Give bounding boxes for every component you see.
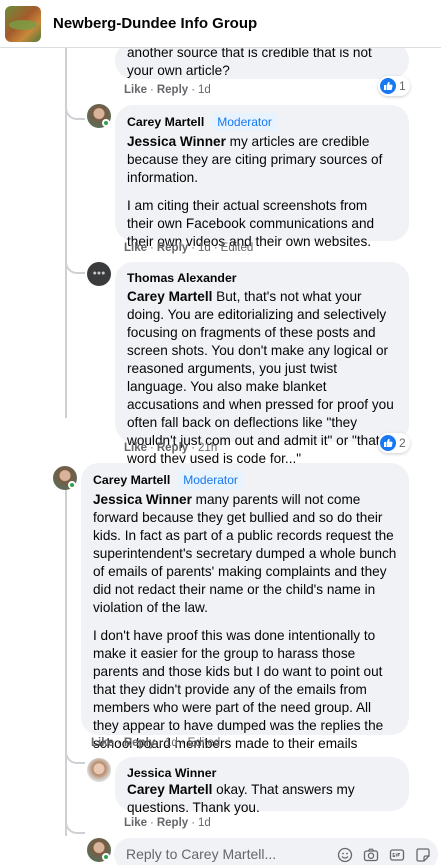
comment-bubble: Carey Martell Moderator Jessica Winner my… bbox=[115, 105, 409, 249]
reply-link[interactable]: Reply bbox=[157, 442, 188, 454]
reaction-summary[interactable]: 1 bbox=[378, 76, 410, 96]
comment-bubble: Thomas Alexander Carey Martell But, that… bbox=[115, 262, 409, 466]
online-indicator bbox=[102, 119, 110, 127]
mention-link[interactable]: Jessica Winner bbox=[127, 134, 226, 149]
comment-bubble: Jessica Winner Carey Martell okay. That … bbox=[115, 757, 409, 815]
comment-time[interactable]: 1d bbox=[198, 817, 211, 829]
comment-bubble: another source that is credible that is … bbox=[115, 48, 409, 79]
avatar-jessica-winner[interactable] bbox=[87, 758, 111, 782]
comment-actions: Like · Reply · 21h bbox=[124, 442, 218, 454]
moderator-badge: Moderator bbox=[178, 471, 243, 489]
like-reaction-icon bbox=[380, 78, 396, 94]
thread-connector bbox=[65, 258, 85, 274]
reaction-count: 1 bbox=[399, 79, 406, 93]
comment-time[interactable]: 21h bbox=[198, 442, 217, 454]
reply-link[interactable]: Reply bbox=[157, 817, 188, 829]
comment-actions: Like · Reply · 1d · Edited bbox=[91, 737, 221, 749]
group-header: Newberg-Dundee Info Group bbox=[0, 0, 441, 48]
comment-time[interactable]: 1d bbox=[165, 737, 178, 749]
emoji-icon[interactable] bbox=[336, 846, 354, 864]
thread-connector bbox=[65, 104, 85, 120]
thread-connector bbox=[65, 818, 85, 834]
comment-text-line: another source that is credible that is … bbox=[127, 48, 372, 60]
reply-link[interactable]: Reply bbox=[157, 242, 188, 254]
reply-input[interactable] bbox=[126, 846, 276, 862]
reply-link[interactable]: Reply bbox=[157, 84, 188, 96]
thread-line bbox=[65, 486, 67, 836]
sticker-icon[interactable] bbox=[414, 846, 432, 864]
reply-composer[interactable] bbox=[114, 838, 438, 865]
comments-thread: another source that is credible that is … bbox=[0, 48, 441, 865]
comment-time[interactable]: 1d bbox=[198, 84, 211, 96]
thread-connector bbox=[65, 748, 85, 764]
like-link[interactable]: Like bbox=[124, 817, 147, 829]
like-link[interactable]: Like bbox=[91, 737, 114, 749]
comment-author[interactable]: Thomas Alexander bbox=[127, 270, 237, 286]
group-name[interactable]: Newberg-Dundee Info Group bbox=[53, 15, 257, 32]
comment-text: I don't have proof this was done intenti… bbox=[93, 628, 384, 751]
like-link[interactable]: Like bbox=[124, 242, 147, 254]
comment-text-line: your own article? bbox=[127, 63, 230, 78]
comment-bubble: Carey Martell Moderator Jessica Winner ma… bbox=[81, 463, 409, 751]
online-indicator bbox=[68, 481, 76, 489]
comment-actions: Like · Reply · 1d · Edited bbox=[124, 242, 254, 254]
comment-author[interactable]: Carey Martell bbox=[93, 472, 170, 488]
gif-icon[interactable] bbox=[388, 846, 406, 864]
camera-icon[interactable] bbox=[362, 846, 380, 864]
mention-link[interactable]: Carey Martell bbox=[127, 289, 212, 304]
edited-label[interactable]: Edited bbox=[188, 737, 221, 749]
comment-author[interactable]: Carey Martell bbox=[127, 114, 204, 130]
like-link[interactable]: Like bbox=[124, 84, 147, 96]
group-cover-thumbnail[interactable] bbox=[5, 5, 41, 42]
comment-author[interactable]: Jessica Winner bbox=[127, 765, 216, 781]
comment-text: But, that's not what your doing. You are… bbox=[127, 289, 394, 466]
like-link[interactable]: Like bbox=[124, 442, 147, 454]
mention-link[interactable]: Jessica Winner bbox=[93, 492, 192, 507]
comment-actions: Like · Reply · 1d bbox=[124, 84, 211, 96]
comment-actions: Like · Reply · 1d bbox=[124, 817, 211, 829]
comment-text: many parents will not come forward becau… bbox=[93, 492, 397, 615]
moderator-badge: Moderator bbox=[212, 113, 277, 131]
reaction-count: 2 bbox=[399, 436, 406, 450]
edited-label[interactable]: Edited bbox=[221, 242, 254, 254]
comment-time[interactable]: 1d bbox=[198, 242, 211, 254]
avatar-thomas-alexander[interactable]: ●●● bbox=[87, 262, 111, 286]
reply-link[interactable]: Reply bbox=[124, 737, 155, 749]
online-indicator bbox=[102, 853, 110, 861]
reaction-summary[interactable]: 2 bbox=[378, 433, 410, 453]
like-reaction-icon bbox=[380, 435, 396, 451]
mention-link[interactable]: Carey Martell bbox=[127, 782, 212, 797]
